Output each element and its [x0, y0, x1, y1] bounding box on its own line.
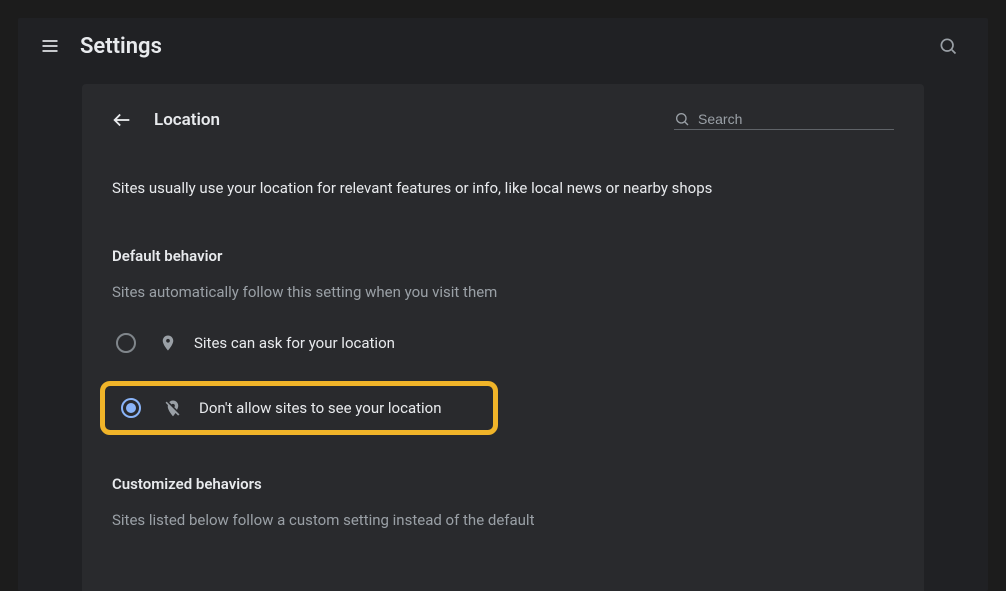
page-search[interactable] [674, 111, 894, 130]
back-button[interactable] [104, 102, 140, 138]
topbar: Settings [18, 18, 988, 74]
option-block-location-highlighted[interactable]: Don't allow sites to see your location [100, 381, 498, 435]
app-title: Settings [80, 34, 162, 59]
page-title: Location [154, 110, 220, 130]
search-icon [674, 111, 690, 127]
search-icon [938, 36, 958, 56]
default-behavior-title: Default behavior [112, 247, 894, 265]
radio-button[interactable] [121, 398, 141, 418]
radio-button[interactable] [116, 333, 136, 353]
default-behavior-subtitle: Sites automatically follow this setting … [112, 283, 894, 301]
page-description: Sites usually use your location for rele… [112, 178, 894, 199]
settings-panel: Location Sites usually use your location… [82, 84, 924, 591]
global-search-button[interactable] [928, 26, 968, 66]
hamburger-icon [40, 36, 60, 56]
option-ask-location[interactable]: Sites can ask for your location [112, 323, 894, 363]
menu-button[interactable] [30, 26, 70, 66]
location-off-icon [163, 398, 183, 418]
search-input[interactable] [698, 111, 878, 127]
customized-behaviors-subtitle: Sites listed below follow a custom setti… [112, 511, 894, 529]
arrow-left-icon [111, 109, 133, 131]
customized-behaviors-title: Customized behaviors [112, 475, 894, 493]
option-label: Sites can ask for your location [194, 334, 395, 352]
location-pin-icon [158, 333, 178, 353]
option-label: Don't allow sites to see your location [199, 399, 442, 417]
